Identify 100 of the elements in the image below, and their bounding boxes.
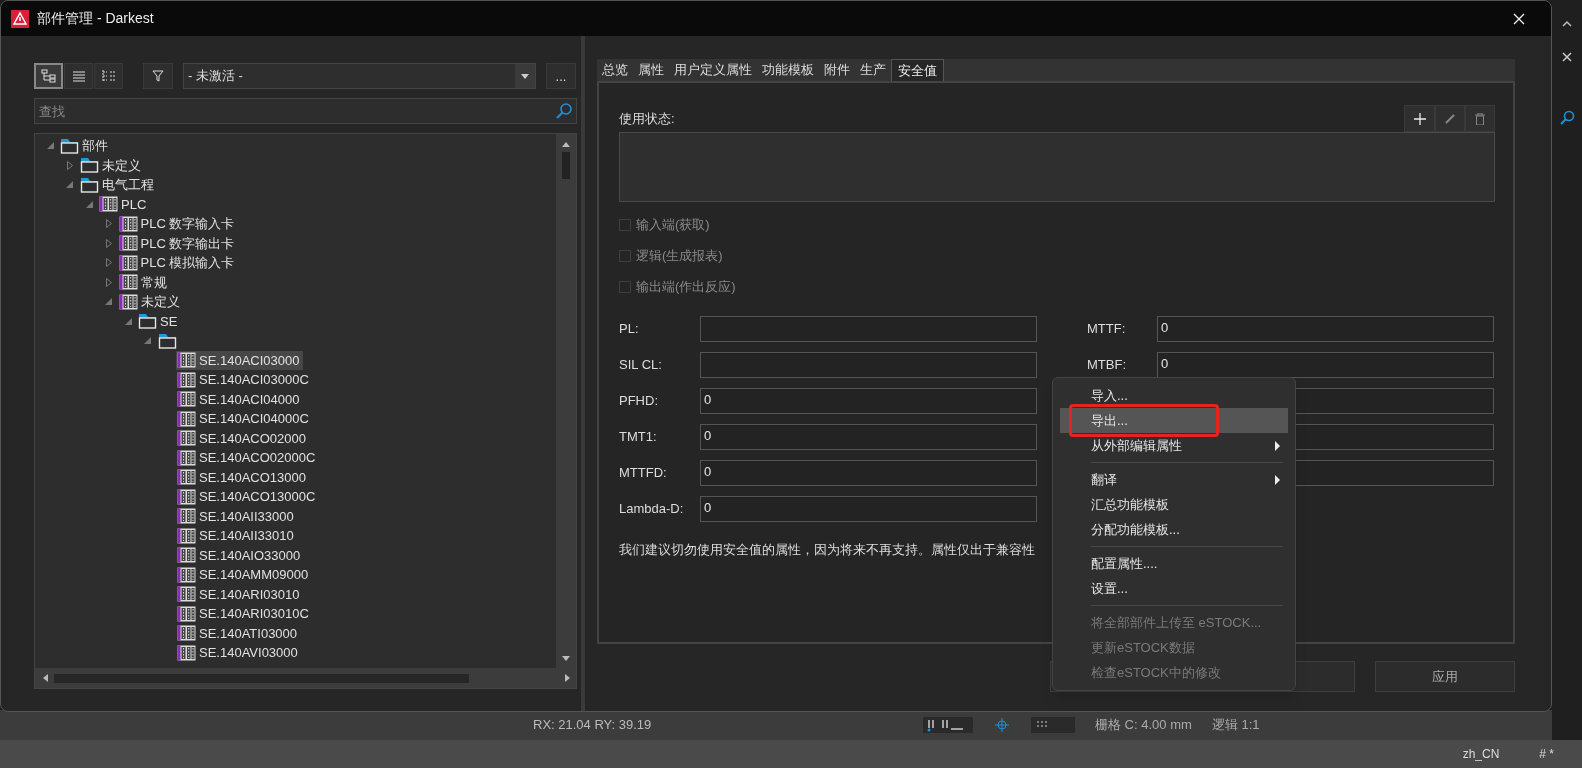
tree-item[interactable]: 未定义 [117, 292, 184, 312]
menu-item[interactable]: 分配功能模板... [1060, 517, 1288, 542]
tree-item[interactable]: 部件 [59, 136, 112, 156]
search-field[interactable]: 查找 [34, 98, 577, 124]
component-icon [118, 235, 138, 252]
scroll-right-icon[interactable] [565, 674, 570, 682]
tree-item[interactable]: SE.140ACO13000 [176, 467, 310, 487]
tree-item[interactable]: 电气工程 [78, 175, 158, 195]
tree-item[interactable]: SE.140ARI03010 [176, 584, 304, 604]
component-icon [99, 196, 118, 213]
expanded-icon[interactable] [46, 142, 54, 150]
filter-icon [152, 70, 164, 82]
close-icon[interactable] [1562, 52, 1572, 62]
snap-icon[interactable] [923, 717, 973, 733]
expanded-icon[interactable] [85, 200, 93, 208]
tree-item[interactable]: SE.140AVI03000 [176, 643, 302, 663]
scroll-left-icon[interactable] [43, 674, 48, 682]
tree-item[interactable]: SE [137, 311, 182, 331]
component-icon [177, 508, 196, 525]
horizontal-scrollbar[interactable] [35, 668, 576, 688]
tab[interactable]: 生产 [855, 59, 891, 81]
filter-button[interactable] [143, 63, 173, 89]
tree-item[interactable]: SE.140ATI03000 [176, 623, 302, 643]
expanded-icon[interactable] [144, 337, 151, 345]
menu-item[interactable]: 汇总功能模板 [1060, 492, 1288, 517]
menu-item[interactable]: 导入... [1060, 383, 1288, 408]
scroll-down-icon[interactable] [562, 656, 570, 661]
input-field[interactable]: 0 [700, 460, 1037, 486]
field-label: TMT1: [619, 428, 658, 447]
view-toggle-button[interactable] [94, 63, 123, 89]
plus-icon [1413, 112, 1426, 125]
collapsed-icon[interactable] [105, 277, 112, 287]
scroll-thumb[interactable] [562, 152, 570, 179]
tree-item[interactable]: PLC 模拟输入卡 [117, 253, 239, 273]
tab[interactable]: 附件 [819, 59, 855, 81]
tab[interactable]: 属性 [633, 59, 669, 81]
tab[interactable]: 总览 [597, 59, 633, 81]
tree-item[interactable]: SE.140ACI03000 [176, 350, 304, 370]
menu-item[interactable]: 翻译 [1060, 467, 1288, 492]
edit-button[interactable] [1435, 105, 1465, 132]
component-icon [177, 605, 196, 622]
tree-item[interactable]: SE.140ARI03010C [176, 604, 313, 624]
tree-item[interactable]: SE.140ACI03000C [176, 370, 313, 390]
expanded-icon[interactable] [124, 317, 132, 325]
menu-item[interactable]: 从外部编辑属性 [1060, 433, 1288, 458]
input-field[interactable]: 0 [700, 424, 1037, 450]
tree-item[interactable]: SE.140ACO02000 [176, 428, 310, 448]
tree-item[interactable]: SE.140ACI04000 [176, 389, 304, 409]
tree-item[interactable]: PLC 数字输入卡 [117, 214, 239, 234]
tree-item[interactable]: 常规 [117, 272, 171, 292]
expanded-icon[interactable] [105, 298, 112, 306]
input-field[interactable] [700, 316, 1037, 342]
view-toggle-button[interactable] [64, 63, 93, 89]
grid-icon[interactable] [1031, 717, 1075, 733]
collapsed-icon[interactable] [66, 160, 73, 170]
tree-item[interactable]: SE.140ACI04000C [176, 409, 313, 429]
tree-item[interactable]: SE.140AII33000 [176, 506, 298, 526]
input-field[interactable] [700, 352, 1037, 378]
component-icon [177, 352, 196, 369]
menu-item[interactable]: 设置... [1060, 576, 1288, 601]
collapsed-icon[interactable] [105, 238, 112, 248]
input-field[interactable]: 0 [1157, 316, 1494, 342]
scroll-up-icon[interactable] [562, 142, 570, 147]
crosshair-icon[interactable] [993, 717, 1011, 733]
tree-item[interactable]: SE.140AIO33000 [176, 545, 305, 565]
more-button[interactable]: ... [546, 63, 576, 89]
input-field[interactable]: 0 [700, 496, 1037, 522]
add-button[interactable] [1404, 105, 1435, 132]
locale-label: zh_CN [1462, 746, 1500, 763]
tab[interactable]: 用户定义属性 [669, 59, 757, 81]
menu-item[interactable]: 配置属性.... [1060, 551, 1288, 576]
tree-item[interactable]: SE.140AMM09000 [176, 565, 313, 585]
search-icon[interactable] [1559, 110, 1575, 126]
vertical-scrollbar[interactable] [556, 134, 576, 669]
collapsed-icon[interactable] [105, 219, 112, 229]
tree-item[interactable]: 未定义 [78, 155, 145, 175]
delete-button[interactable] [1465, 105, 1495, 132]
tree-item[interactable]: PLC 数字输出卡 [117, 233, 239, 253]
input-field[interactable]: 0 [1157, 352, 1494, 378]
tree-item[interactable]: SE.140AII33010 [176, 526, 298, 546]
warning-logo-icon [11, 9, 29, 28]
coordinates-readout: RX: 21.04 RY: 39.19 [533, 716, 653, 735]
checkbox-label: 输入端(获取) [636, 216, 710, 235]
collapse-icon[interactable] [1562, 20, 1572, 28]
apply-button[interactable]: 应用 [1375, 661, 1515, 692]
tab[interactable]: 功能模板 [757, 59, 819, 81]
collapsed-icon[interactable] [105, 258, 112, 268]
dropdown-caret-icon [521, 73, 529, 79]
tree-item[interactable]: PLC [98, 194, 151, 214]
tree-item[interactable] [156, 332, 178, 349]
search-icon[interactable] [555, 102, 573, 120]
input-field[interactable]: 0 [700, 388, 1037, 414]
view-toggle-button[interactable] [34, 63, 63, 89]
expanded-icon[interactable] [66, 181, 73, 189]
tab[interactable]: 安全值 [891, 59, 944, 81]
tree-item[interactable]: SE.140ACO13000C [176, 487, 320, 507]
tree-item[interactable]: SE.140ACO02000C [176, 448, 320, 468]
trash-icon [1475, 112, 1485, 125]
filter-dropdown[interactable]: - 未激活 - [183, 63, 536, 89]
folder-icon [138, 313, 157, 330]
